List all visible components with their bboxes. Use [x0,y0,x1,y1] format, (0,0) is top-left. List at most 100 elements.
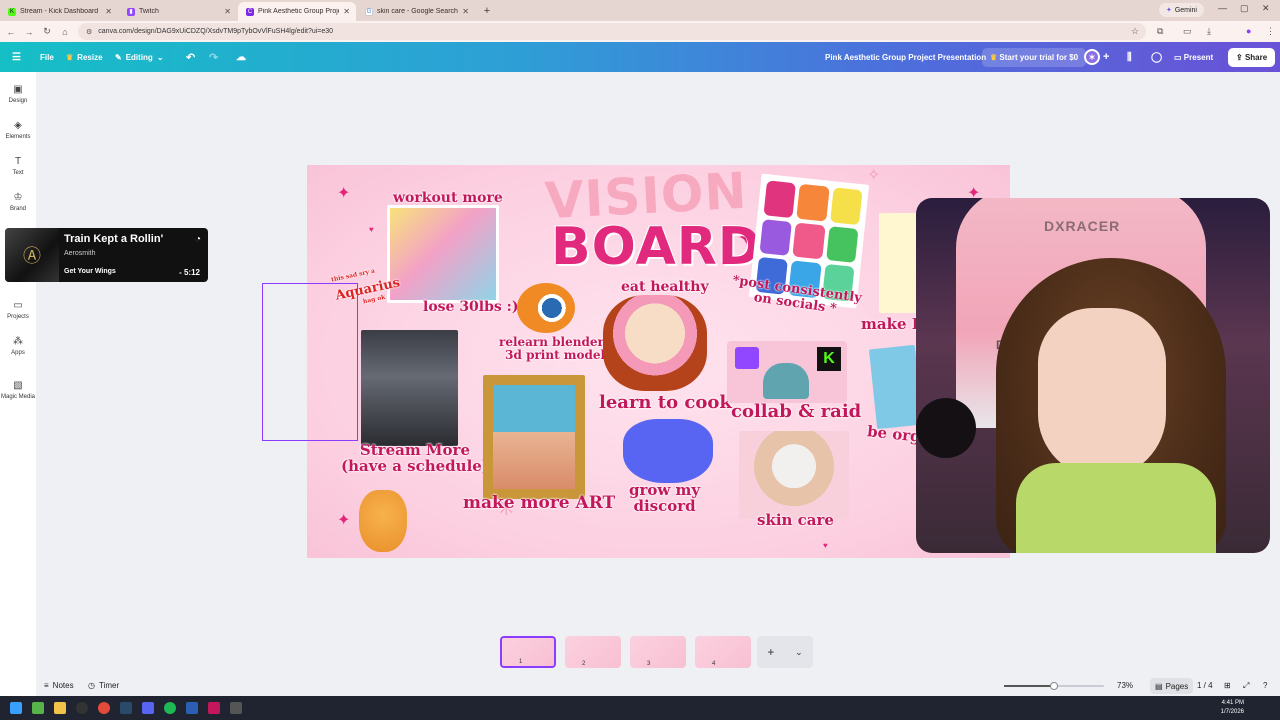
undo-icon[interactable]: ↶ [186,42,195,72]
windows-taskbar: 4:41 PM 1/7/2026 [0,696,1280,720]
profile-avatar-icon[interactable]: ● [1246,26,1251,36]
browser-tab-google[interactable]: G skin care - Google Search ✕ [357,2,475,21]
extensions-icon[interactable]: ⧉ [1157,26,1163,37]
sidebar-item-label: Projects [7,314,29,320]
editing-mode-dropdown[interactable]: ✎ Editing ⌄ [115,42,164,72]
page-thumbnail-2[interactable]: 2 [565,636,621,668]
comments-icon[interactable]: ◯ [1151,42,1162,72]
forward-icon[interactable]: → [20,27,38,37]
skin-care-caption: skin care [757,511,834,529]
close-icon[interactable]: ✕ [343,7,350,16]
sidebar-item-elements[interactable]: ◈ Elements [0,120,36,140]
page-number: 3 [647,661,651,667]
minimize-icon[interactable]: — [1218,3,1227,13]
system-clock[interactable]: 4:41 PM 1/7/2026 [1221,699,1244,717]
address-bar-row: ← → ↻ ⌂ ⚙ canva.com/design/DAG9xUiCDZQ/X… [0,21,1280,42]
sidebar-item-magic-media[interactable]: ▧ Magic Media [0,380,36,400]
sidebar-item-apps[interactable]: ⁂ Apps [0,336,36,356]
app-icon[interactable] [230,702,242,714]
windows-start-icon[interactable] [10,702,22,714]
pages-button[interactable]: ▤ Pages [1150,678,1194,694]
bookmark-star-icon[interactable]: ☆ [1131,26,1139,37]
tab-label: Stream - Kick Dashboard [20,8,99,15]
add-page-control: + ⌄ [757,636,813,668]
page-thumbnail-4[interactable]: 4 [695,636,751,668]
download-icon[interactable]: ⤓ [1207,26,1211,37]
timer-icon: ◷ [88,681,95,690]
heart-icon: ♥ [369,225,374,234]
clock-time: 4:41 PM [1221,700,1244,706]
gemini-button[interactable]: ✦ Gemini [1158,3,1204,17]
share-button[interactable]: ⇪ Share [1228,42,1276,72]
grid-view-icon[interactable]: ⊞ [1224,681,1231,690]
discord-icon[interactable] [142,702,154,714]
sidebar-item-text[interactable]: T Text [0,156,36,176]
fullscreen-icon[interactable]: ⤢ [1243,681,1249,691]
present-button[interactable]: ▭ Present [1168,42,1219,72]
widgets-icon[interactable] [32,702,44,714]
page-thumbnail-3[interactable]: 3 [630,636,686,668]
obs-icon[interactable] [76,702,88,714]
projects-icon: ▭ [13,300,23,311]
menu-dots-icon[interactable]: ⋮ [1266,26,1275,37]
back-icon[interactable]: ← [2,27,20,37]
blender-logo [517,283,575,333]
zoom-level[interactable]: 73% [1117,681,1133,690]
reload-icon[interactable]: ↻ [38,26,56,37]
add-collaborator-icon[interactable]: + [1103,42,1109,72]
zoom-slider[interactable] [1004,682,1104,690]
notes-button[interactable]: ≡ Notes [44,681,74,690]
pencil-icon: ✎ [115,52,122,62]
close-icon[interactable]: ✕ [105,7,112,16]
collaborator-avatar[interactable]: ✶ [1084,42,1100,72]
grow-discord-caption: grow my discord [629,482,700,515]
add-page-button[interactable]: + [767,645,774,659]
main-menu-button[interactable]: ☰ [12,42,21,72]
canva-icon: C [246,7,254,16]
trial-button[interactable]: ♛ Start your trial for $0 [982,42,1087,72]
sidebar-item-projects[interactable]: ▭ Projects [0,300,36,320]
home-icon[interactable]: ⌂ [56,27,74,37]
art-frame [483,375,585,499]
document-title[interactable]: Pink Aesthetic Group Project Presentatio… [825,42,986,72]
split-view-icon[interactable]: ▭ [1183,26,1192,37]
timer-button[interactable]: ◷ Timer [88,681,119,690]
spotify-icon: ◔ [194,234,201,245]
zoom-slider-handle[interactable] [1050,682,1058,690]
steam-icon[interactable] [120,702,132,714]
browser-tab-kick[interactable]: K Stream - Kick Dashboard ✕ [0,2,118,21]
streamer-shirt [1016,463,1216,553]
file-explorer-icon[interactable] [54,702,66,714]
url-field[interactable]: ⚙ canva.com/design/DAG9xUiCDZQ/XsdvTM9pT… [78,23,1146,40]
browser-tab-twitch[interactable]: ▮ Twitch ✕ [119,2,237,21]
resize-button[interactable]: ♛ Resize [66,42,103,72]
track-title: Train Kept a Rollin' [64,233,164,245]
chrome-icon[interactable] [98,702,110,714]
insights-icon[interactable]: ⫼ [1127,42,1132,72]
share-button-inner: ⇪ Share [1228,47,1276,67]
close-icon[interactable]: ✕ [462,7,469,16]
expand-pages-button[interactable]: ⌄ [795,647,803,658]
album-art: Ⓐ [5,228,59,282]
site-info-icon[interactable]: ⚙ [86,28,92,36]
sidebar-item-brand[interactable]: ♔ Brand [0,192,36,212]
help-icon[interactable]: ? [1263,681,1267,690]
avatar: ✶ [1084,49,1100,65]
page-thumbnail-1[interactable]: 1 [500,636,556,668]
cloud-save-icon[interactable]: ☁ [236,42,246,72]
close-icon[interactable]: ✕ [224,7,231,16]
file-menu[interactable]: File [40,42,54,72]
maximize-icon[interactable]: ▢ [1240,3,1249,14]
trial-label: Start your trial for $0 [999,52,1079,62]
sidebar-item-design[interactable]: ▣ Design [0,84,36,104]
word-icon[interactable] [186,702,198,714]
element-selection-box[interactable] [262,283,358,441]
spotify-icon[interactable] [164,702,176,714]
new-tab-button[interactable]: + [480,4,494,18]
redo-icon[interactable]: ↷ [209,42,218,72]
slide-canvas[interactable]: ✦ ✦ ✦ ✦ ✧ ✳ VISION BOARD workout more lo… [307,165,1010,558]
browser-tab-canva[interactable]: C Pink Aesthetic Group Project P ✕ [238,2,356,21]
app-icon[interactable] [208,702,220,714]
window-close-icon[interactable]: ✕ [1262,3,1270,14]
now-playing-widget: Ⓐ Train Kept a Rollin' Aerosmith Get You… [5,228,208,282]
